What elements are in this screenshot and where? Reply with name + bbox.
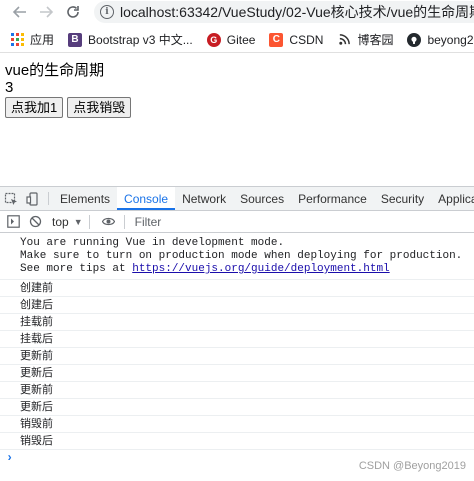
sidebar-icon	[6, 215, 20, 228]
console-log-line: 更新前	[0, 348, 474, 365]
destroy-button[interactable]: 点我销毁	[67, 97, 132, 118]
console-log-line: 更新后	[0, 365, 474, 382]
console-log-line: 更新前	[0, 382, 474, 399]
toolbar-divider	[48, 192, 49, 205]
bookmark-label: Gitee	[226, 32, 256, 47]
bookmark-gitee[interactable]: G Gitee	[206, 32, 256, 47]
console-log-line: 挂载前	[0, 314, 474, 331]
back-button[interactable]	[10, 2, 30, 22]
device-icon	[26, 191, 38, 206]
bookmarks-bar: 应用 B Bootstrap v3 中文... G Gitee C CSDN 博…	[0, 27, 474, 53]
add-one-button[interactable]: 点我加1	[5, 97, 64, 118]
browser-toolbar: i localhost:63342/VueStudy/02-Vue核心技术/vu…	[0, 0, 474, 25]
bookmark-csdn[interactable]: C CSDN	[269, 32, 324, 47]
address-bar[interactable]: i localhost:63342/VueStudy/02-Vue核心技术/vu…	[94, 1, 474, 23]
tab-console[interactable]: Console	[117, 187, 176, 210]
context-label: top	[52, 214, 69, 229]
tab-network[interactable]: Network	[175, 187, 233, 210]
bookmark-cnblogs[interactable]: 博客园	[337, 31, 393, 48]
vue-dev-mode-notice: You are running Vue in development mode.…	[0, 233, 474, 280]
clear-console-button[interactable]	[26, 213, 44, 231]
bookmark-label: 应用	[30, 33, 55, 47]
info-icon[interactable]: i	[100, 5, 114, 19]
reload-icon	[67, 6, 79, 18]
notice-line: Make sure to turn on production mode whe…	[20, 250, 463, 262]
bookmark-label: Bootstrap v3 中文...	[88, 33, 193, 47]
toolbar-divider	[123, 214, 125, 229]
bookmark-bootstrap[interactable]: B Bootstrap v3 中文...	[68, 31, 193, 48]
reload-button[interactable]	[63, 2, 83, 22]
console-output: You are running Vue in development mode.…	[0, 233, 474, 466]
url-text: localhost:63342/VueStudy/02-Vue核心技术/vue的…	[120, 4, 474, 20]
cnblogs-icon	[337, 33, 351, 47]
forward-button[interactable]	[36, 2, 56, 22]
bootstrap-icon: B	[68, 32, 83, 47]
tab-sources[interactable]: Sources	[233, 187, 291, 210]
console-log-line: 销毁前	[0, 416, 474, 433]
device-toolbar-button[interactable]	[22, 187, 44, 210]
block-icon	[29, 215, 41, 228]
tab-elements[interactable]: Elements	[53, 187, 117, 210]
chevron-right-icon: ›	[6, 451, 14, 465]
live-expression-button[interactable]	[100, 213, 118, 231]
arrow-right-icon	[40, 6, 54, 18]
bookmark-github[interactable]: beyong2021	[407, 32, 474, 47]
notice-line: You are running Vue in development mode.	[20, 237, 285, 249]
tab-application[interactable]: Application	[431, 187, 474, 210]
devtools-panel: Elements Console Network Sources Perform…	[0, 186, 474, 481]
console-log-line: 创建前	[0, 280, 474, 297]
page-content: vue的生命周期 3 点我加1 点我销毁	[5, 62, 465, 118]
eye-icon	[102, 217, 116, 226]
toolbar-divider	[88, 214, 90, 229]
console-log-line: 创建后	[0, 297, 474, 314]
context-selector[interactable]: top ▼	[52, 215, 83, 229]
bookmark-label: 博客园	[357, 33, 394, 47]
button-row: 点我加1 点我销毁	[5, 97, 465, 118]
inspect-icon	[4, 192, 17, 205]
arrow-left-icon	[12, 6, 26, 18]
dropdown-arrow-icon: ▼	[73, 216, 83, 227]
csdn-icon: C	[269, 32, 284, 47]
sidebar-toggle-button[interactable]	[4, 213, 22, 231]
github-icon	[407, 32, 422, 47]
watermark: CSDN @Beyong2019	[358, 460, 466, 472]
page-title: vue的生命周期	[5, 62, 105, 79]
notice-line: See more tips at	[20, 263, 133, 275]
tab-performance[interactable]: Performance	[291, 187, 374, 210]
devtools-tab-bar: Elements Console Network Sources Perform…	[0, 187, 474, 211]
counter-value: 3	[5, 79, 14, 96]
console-log-line: 更新后	[0, 399, 474, 416]
bookmark-label: beyong2021	[427, 32, 474, 47]
gitee-icon: G	[206, 32, 221, 47]
deployment-guide-link[interactable]: https://vuejs.org/guide/deployment.html	[132, 263, 389, 275]
bookmark-label: CSDN	[289, 32, 324, 47]
console-log-line: 销毁后	[0, 433, 474, 450]
console-toolbar: top ▼	[0, 211, 474, 233]
inspect-element-button[interactable]	[0, 187, 22, 210]
apps-icon	[10, 33, 24, 47]
tab-security[interactable]: Security	[374, 187, 431, 210]
console-filter-input[interactable]	[134, 214, 335, 229]
console-log-line: 挂载后	[0, 331, 474, 348]
bookmark-apps[interactable]: 应用	[10, 31, 54, 48]
